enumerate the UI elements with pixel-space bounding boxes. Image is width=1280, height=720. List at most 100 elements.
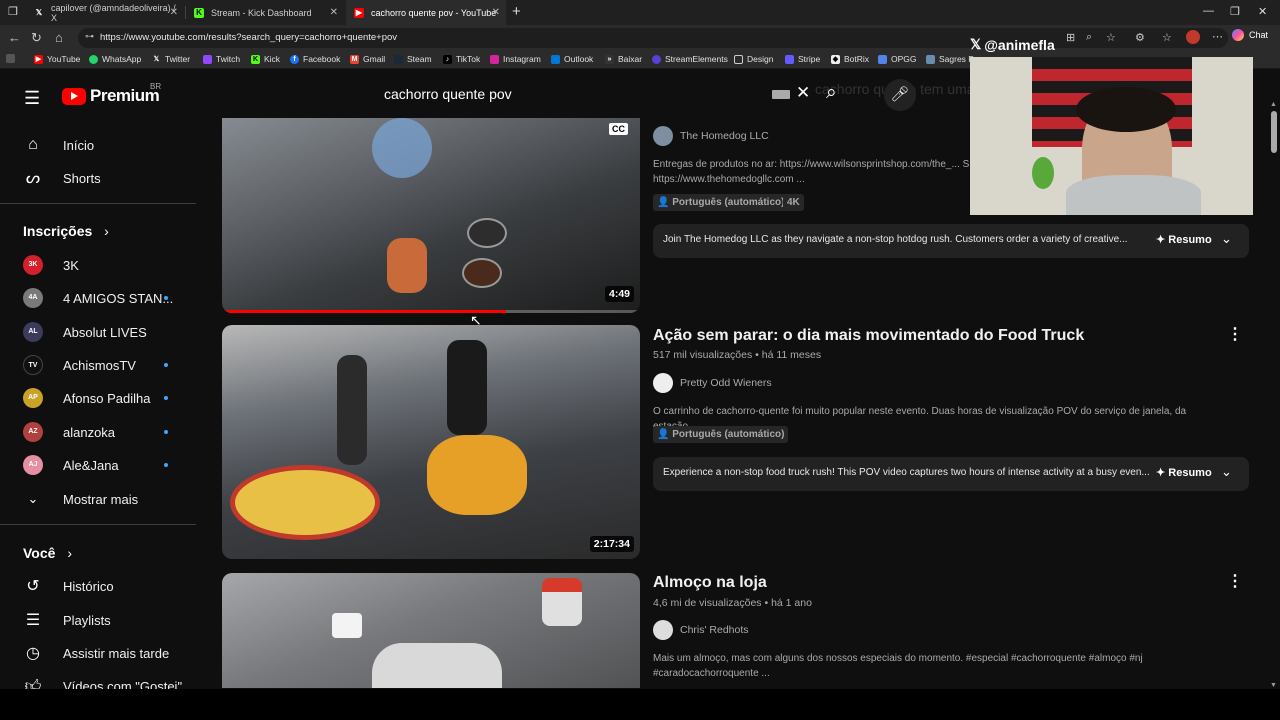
menu-icon[interactable]: ☰ xyxy=(24,88,40,109)
sidebar-item-sub[interactable]: AZ alanzoka xyxy=(0,417,200,447)
favorite-icon[interactable]: ☆ xyxy=(1106,31,1116,44)
keyboard-icon[interactable] xyxy=(772,90,790,99)
bookmark-stripe[interactable]: Stripe xyxy=(785,54,820,64)
extensions-icon[interactable]: ⚙ xyxy=(1135,31,1145,44)
tab-kick[interactable]: K Stream - Kick Dashboard ✕ xyxy=(186,0,344,25)
microphone-icon[interactable]: 🎤︎ xyxy=(884,79,916,111)
minimize-icon[interactable]: — xyxy=(1203,5,1214,17)
more-options-icon[interactable]: ⋮ xyxy=(1227,324,1243,344)
tab-actions-icon[interactable]: ❐ xyxy=(8,5,18,18)
show-more-button[interactable]: ⌄ Mostrar mais xyxy=(0,484,200,514)
subscriptions-heading[interactable]: Inscrições › xyxy=(23,223,109,239)
sidebar-item-sub[interactable]: 4A 4 AMIGOS STAN... xyxy=(0,283,200,313)
sidebar-item-sub[interactable]: AL Absolut LIVES xyxy=(0,317,200,347)
bookmark-design[interactable]: Design xyxy=(734,54,773,64)
bookmark-menu-icon[interactable] xyxy=(6,54,19,63)
search-text[interactable]: cachorro quente pov xyxy=(384,86,512,102)
zoom-icon[interactable]: ⌕ xyxy=(1086,31,1092,44)
channel-link[interactable]: The Homedog LLC xyxy=(653,126,769,146)
sidebar-item-inicio[interactable]: ⌂ Início xyxy=(0,130,200,160)
bookmark-streamelements[interactable]: StreamElements xyxy=(652,54,728,64)
profile-avatar[interactable] xyxy=(1186,30,1200,44)
home-icon[interactable]: ⌂ xyxy=(55,30,63,45)
tab-youtube[interactable]: ▶ cachorro quente pov - YouTube ✕ xyxy=(346,0,506,25)
favorites-icon[interactable]: ☆ xyxy=(1162,31,1172,44)
video-thumbnail[interactable] xyxy=(222,573,640,688)
chat-label: Chat xyxy=(1249,30,1269,40)
channel-link[interactable]: Chris' Redhots xyxy=(653,620,749,640)
x-icon: 𝕏 xyxy=(970,36,982,52)
bookmark-tiktok[interactable]: ♪ TikTok xyxy=(443,54,480,64)
you-heading[interactable]: Você › xyxy=(23,545,72,561)
video-meta: 517 mil visualizações • há 11 meses xyxy=(653,349,822,361)
figure-art xyxy=(1032,157,1054,189)
page-scrollbar[interactable]: ▲ ▼ xyxy=(1268,101,1280,689)
close-icon[interactable]: ✕ xyxy=(492,7,500,18)
maximize-icon[interactable]: ❐ xyxy=(1230,5,1240,18)
window-close-icon[interactable]: ✕ xyxy=(1258,5,1267,18)
chevron-down-icon[interactable]: ⌄ xyxy=(1221,231,1232,247)
bookmark-whatsapp[interactable]: WhatsApp xyxy=(89,54,141,64)
bookmark-label: YouTube xyxy=(47,54,81,64)
bookmark-facebook[interactable]: f Facebook xyxy=(290,54,340,64)
video-title[interactable]: Almoço na loja xyxy=(653,574,767,592)
sidebar-item-sub[interactable]: AJ Ale&Jana xyxy=(0,450,200,480)
reload-icon[interactable]: ↻ xyxy=(31,30,42,46)
channel-link[interactable]: Pretty Odd Wieners xyxy=(653,373,772,393)
bookmark-kick[interactable]: K Kick xyxy=(251,54,280,64)
video-thumbnail[interactable]: 2:17:34 xyxy=(222,325,640,559)
bookmark-opgg[interactable]: OPGG xyxy=(878,54,917,64)
sidebar-item-sub[interactable]: 3K 3K xyxy=(0,250,200,280)
shorts-icon: ᔕ xyxy=(25,170,41,187)
video-title[interactable]: Ação sem parar: o dia mais movimentado d… xyxy=(653,327,1084,345)
sidebar-label: Shorts xyxy=(63,170,101,186)
summary-button[interactable]: ✦ Resumo xyxy=(1156,466,1212,479)
search-input[interactable]: cachorro quente pov ✕ xyxy=(370,79,816,109)
bookmark-sagres[interactable]: Sagres P xyxy=(926,54,974,64)
url-text[interactable]: https://www.youtube.com/results?search_q… xyxy=(100,32,397,43)
bookmark-botrix[interactable]: ◆ BotRix xyxy=(831,54,869,64)
view-count: 4,6 mi de visualizações xyxy=(653,597,762,609)
back-icon[interactable]: ← xyxy=(8,30,21,45)
scroll-down-icon[interactable]: ▼ xyxy=(1270,682,1277,689)
sidebar-item-shorts[interactable]: ᔕ Shorts xyxy=(0,163,200,193)
more-options-icon[interactable]: ⋮ xyxy=(1227,571,1243,591)
search-icon[interactable]: ⌕ xyxy=(826,82,837,104)
bookmark-baixar[interactable]: » Baixar xyxy=(605,54,642,64)
bookmark-outlook[interactable]: Outlook xyxy=(551,54,593,64)
tab-twitter[interactable]: 𝕏 capilover (@amndadeoliveira) / X ✕ xyxy=(26,0,184,25)
youtube-logo[interactable]: Premium xyxy=(62,86,160,106)
sidebar-item-playlists[interactable]: ☰ Playlists xyxy=(0,605,200,635)
address-bar[interactable]: ⊶ https://www.youtube.com/results?search… xyxy=(78,28,1228,48)
bookmark-youtube[interactable]: ▶ YouTube xyxy=(34,54,80,64)
bookmark-steam[interactable]: Steam xyxy=(394,54,432,64)
sidebar-item-sub[interactable]: TV AchismosTV xyxy=(0,350,200,380)
more-icon[interactable]: ⋯ xyxy=(1212,30,1223,43)
chevron-down-icon[interactable]: ⌄ xyxy=(1221,464,1232,480)
chat-button[interactable]: Chat xyxy=(1232,29,1268,41)
bookmark-twitch[interactable]: Twitch xyxy=(203,54,240,64)
scroll-thumb[interactable] xyxy=(1271,111,1277,153)
avatar: TV xyxy=(23,355,43,375)
close-icon[interactable]: ✕ xyxy=(330,7,338,18)
sidebar-item-sub[interactable]: AP Afonso Padilha xyxy=(0,383,200,413)
ai-summary[interactable]: Join The Homedog LLC as they navigate a … xyxy=(653,224,1249,258)
sidebar-item-watch-later[interactable]: ◷ Assistir mais tarde xyxy=(0,638,200,668)
reader-icon[interactable]: ⊞ xyxy=(1066,31,1075,44)
avatar: AP xyxy=(23,388,43,408)
country-code: BR xyxy=(150,82,162,91)
close-icon[interactable]: ✕ xyxy=(170,7,178,18)
video-thumbnail[interactable]: CC 4:49 xyxy=(222,118,640,313)
new-tab-button[interactable]: + xyxy=(512,3,521,20)
clear-icon[interactable]: ✕ xyxy=(796,83,810,103)
bookmark-twitter[interactable]: 𝕏 Twitter xyxy=(152,54,190,64)
scroll-up-icon[interactable]: ▲ xyxy=(1270,101,1277,108)
summary-button[interactable]: ✦ Resumo xyxy=(1156,233,1212,246)
sidebar-item-historico[interactable]: ↺ Histórico xyxy=(0,571,200,601)
ai-summary[interactable]: Experience a non-stop food truck rush! T… xyxy=(653,457,1249,491)
bookmark-label: WhatsApp xyxy=(102,54,142,64)
bookmark-instagram[interactable]: Instagram xyxy=(490,54,541,64)
bookmark-gmail[interactable]: M Gmail xyxy=(350,54,385,64)
thumbnail-art xyxy=(372,643,502,688)
site-info-icon[interactable]: ⊶ xyxy=(85,31,94,42)
